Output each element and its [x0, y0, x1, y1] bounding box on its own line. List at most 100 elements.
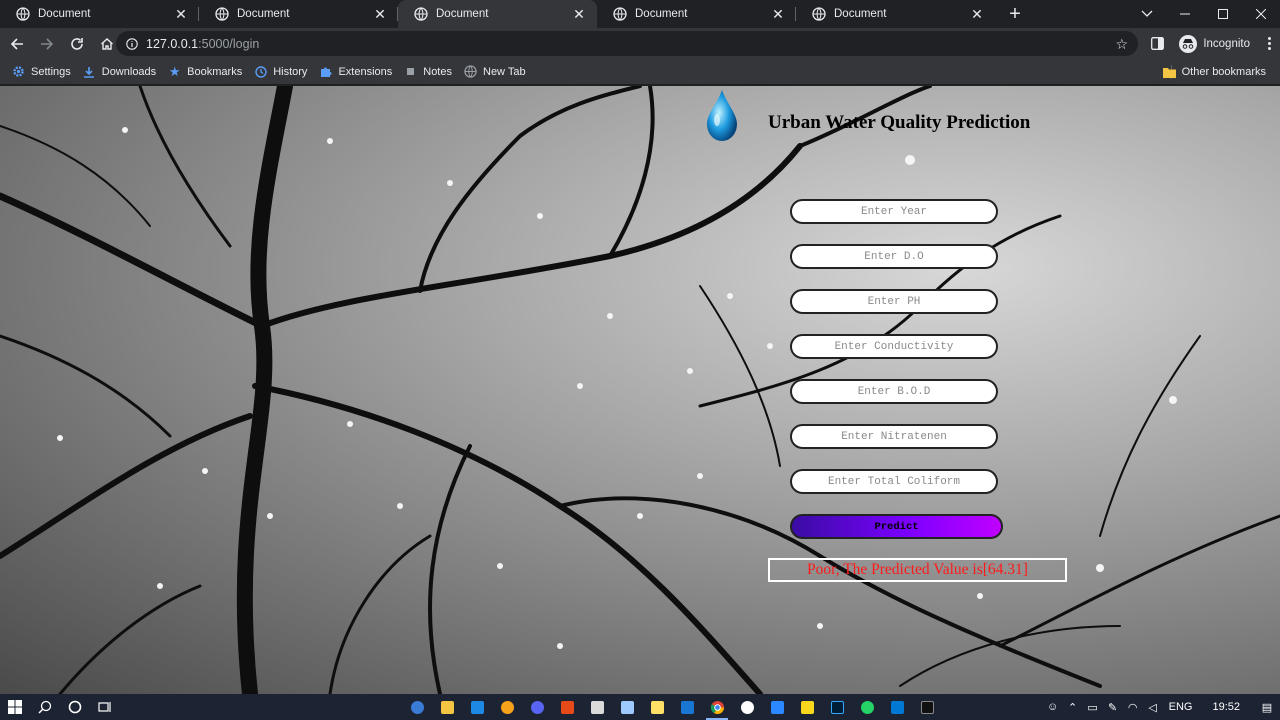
url-path: :5000/login: [198, 36, 260, 51]
terminal-icon[interactable]: [912, 694, 942, 720]
bod-input[interactable]: [790, 379, 998, 404]
file-explorer-icon[interactable]: [432, 694, 462, 720]
app-icon[interactable]: [402, 694, 432, 720]
bookmark-settings[interactable]: Settings: [6, 61, 77, 83]
chrome-icon[interactable]: [702, 694, 732, 720]
office-icon[interactable]: [552, 694, 582, 720]
photoshop-icon[interactable]: [822, 694, 852, 720]
url-host: 127.0.0.1: [146, 36, 199, 51]
globe-icon: [16, 7, 30, 21]
bookmark-bookmarks[interactable]: ★ Bookmarks: [162, 61, 248, 83]
menu-icon[interactable]: [1258, 37, 1280, 50]
close-icon[interactable]: ✕: [173, 6, 189, 22]
bookmark-history[interactable]: History: [248, 61, 313, 83]
search-icon: [38, 700, 52, 714]
notes-app-icon[interactable]: [612, 694, 642, 720]
bookmark-label: Extensions: [338, 65, 393, 78]
tab-title: Document: [436, 8, 489, 20]
people-icon[interactable]: ☺: [1043, 701, 1063, 713]
home-icon: [101, 37, 113, 50]
windows-logo-icon: [8, 700, 22, 714]
tab-title: Document: [38, 8, 91, 20]
close-icon[interactable]: ✕: [969, 6, 985, 22]
bookmark-star-icon[interactable]: ☆: [1115, 36, 1128, 53]
globe-icon: [613, 7, 627, 21]
globe-icon: [812, 7, 826, 21]
year-input[interactable]: [790, 199, 998, 224]
side-panel-icon[interactable]: [1143, 37, 1171, 50]
other-bookmarks-label: Other bookmarks: [1181, 66, 1266, 78]
discord-icon[interactable]: [522, 694, 552, 720]
bookmark-label: New Tab: [483, 65, 526, 78]
whatsapp-icon[interactable]: [852, 694, 882, 720]
note-icon: [404, 65, 417, 78]
chevron-down-icon[interactable]: [1128, 0, 1166, 28]
total-coliform-input[interactable]: [790, 469, 998, 494]
globe-icon: [414, 7, 428, 21]
search-app-icon[interactable]: [492, 694, 522, 720]
page-title: Urban Water Quality Prediction: [768, 112, 1031, 133]
minimize-button[interactable]: [1166, 0, 1204, 28]
notification-icon[interactable]: ▤: [1254, 701, 1280, 714]
new-tab-button[interactable]: +: [1001, 0, 1029, 28]
vscode-icon[interactable]: [882, 694, 912, 720]
conductivity-input[interactable]: [790, 334, 998, 359]
pen-icon[interactable]: ✎: [1103, 701, 1123, 714]
chevron-up-icon[interactable]: ⌃: [1063, 701, 1083, 714]
maximize-button[interactable]: [1204, 0, 1242, 28]
nitrate-input[interactable]: [790, 424, 998, 449]
info-icon[interactable]: [126, 37, 138, 50]
prediction-result: Poor, The Predicted Value is[64.31]: [768, 558, 1067, 582]
task-view-button[interactable]: [90, 694, 120, 720]
todo-icon[interactable]: [762, 694, 792, 720]
globe-icon: [464, 65, 477, 78]
globe-icon: [215, 7, 229, 21]
wifi-icon[interactable]: ◠: [1123, 701, 1143, 714]
volume-icon[interactable]: ◁: [1143, 701, 1163, 714]
forward-button[interactable]: [34, 31, 60, 57]
close-icon[interactable]: ✕: [770, 6, 786, 22]
bookmark-new-tab[interactable]: New Tab: [458, 61, 532, 83]
tab-title: Document: [834, 8, 887, 20]
history-icon: [254, 65, 267, 78]
back-button[interactable]: [4, 31, 30, 57]
language-indicator[interactable]: ENG: [1163, 701, 1199, 713]
bookmark-label: Bookmarks: [187, 65, 243, 78]
browser-tab-active[interactable]: Document ✕: [398, 0, 597, 28]
reload-button[interactable]: [64, 31, 90, 57]
window-close-button[interactable]: [1242, 0, 1280, 28]
xbox-icon[interactable]: [732, 694, 762, 720]
folder-icon: [1162, 66, 1176, 79]
bookmark-notes[interactable]: Notes: [398, 61, 458, 83]
arrow-left-icon: [10, 37, 23, 50]
bookmark-extensions[interactable]: Extensions: [313, 61, 398, 83]
predict-button[interactable]: Predict: [790, 514, 1003, 539]
browser-tab[interactable]: Document ✕: [796, 0, 995, 28]
browser-toolbar: 127.0.0.1:5000/login ☆ Incognito: [0, 28, 1280, 59]
app-blue-icon[interactable]: [672, 694, 702, 720]
ph-input[interactable]: [790, 289, 998, 314]
bookmark-label: History: [273, 65, 308, 78]
browser-tab[interactable]: Document ✕: [597, 0, 796, 28]
search-button[interactable]: [30, 694, 60, 720]
tree-branches-background: [0, 86, 1280, 694]
close-icon[interactable]: ✕: [372, 6, 388, 22]
bookmark-downloads[interactable]: Downloads: [77, 61, 162, 83]
cortana-button[interactable]: [60, 694, 90, 720]
system-tray: ☺ ⌃ ▭ ✎ ◠ ◁ ENG 19:52 ▤: [1043, 694, 1280, 720]
profile-button[interactable]: Incognito: [1179, 34, 1250, 53]
battery-icon[interactable]: ▭: [1083, 701, 1103, 714]
mail-icon[interactable]: [462, 694, 492, 720]
clock[interactable]: 19:52: [1198, 701, 1254, 713]
address-bar[interactable]: 127.0.0.1:5000/login ☆: [116, 31, 1138, 56]
other-bookmarks[interactable]: Other bookmarks: [1157, 61, 1272, 83]
browser-tab[interactable]: Document ✕: [0, 0, 199, 28]
start-button[interactable]: [0, 694, 30, 720]
sticky-icon[interactable]: [642, 694, 672, 720]
do-input[interactable]: [790, 244, 998, 269]
sticky-notes-icon[interactable]: [792, 694, 822, 720]
close-icon[interactable]: ✕: [571, 6, 587, 22]
water-drop-logo: [707, 90, 737, 141]
store-icon[interactable]: [582, 694, 612, 720]
browser-tab[interactable]: Document ✕: [199, 0, 398, 28]
